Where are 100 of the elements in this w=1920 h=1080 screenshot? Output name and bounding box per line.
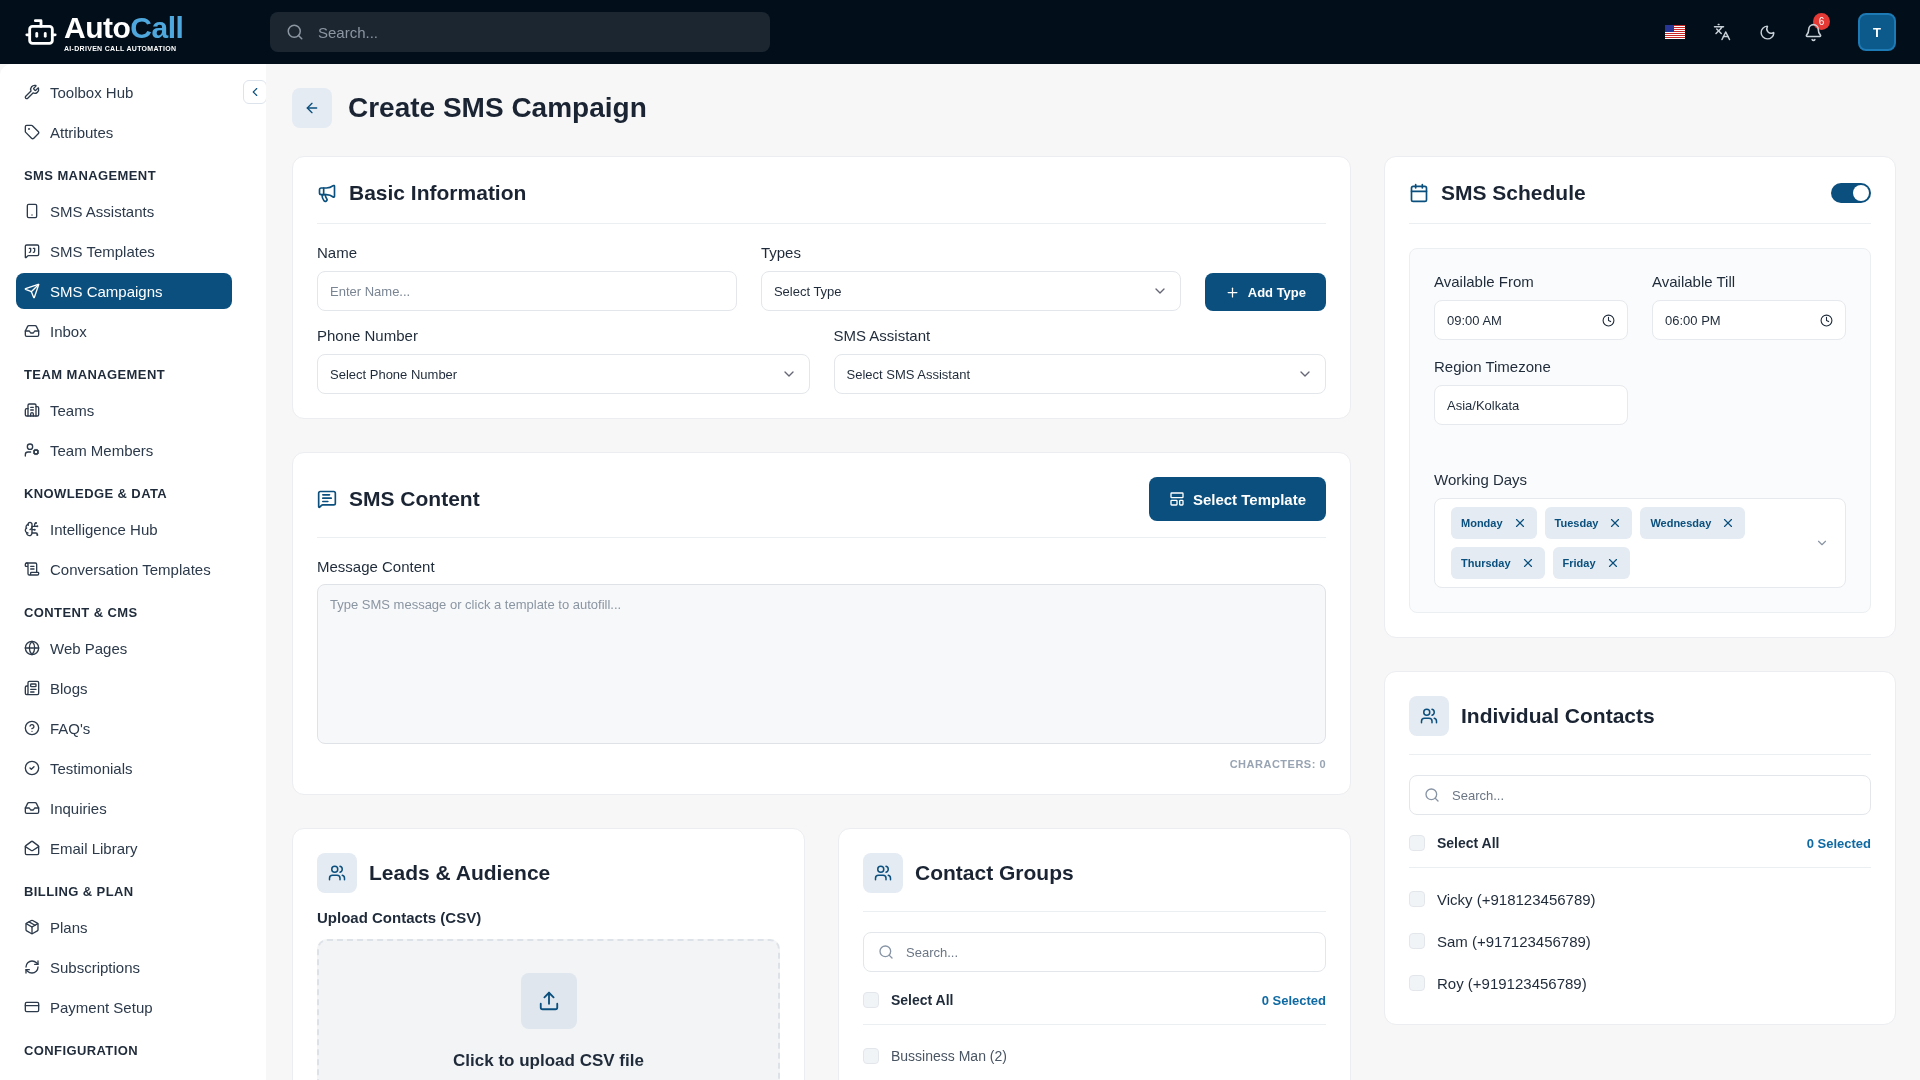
translate-icon[interactable] bbox=[1713, 23, 1731, 41]
card-title: Basic Information bbox=[349, 181, 527, 205]
brain-icon bbox=[24, 521, 40, 537]
selected-count: 0 Selected bbox=[1261, 992, 1326, 1008]
moon-icon[interactable] bbox=[1759, 23, 1776, 41]
contact-checkbox[interactable]: Sam (+917123456789) bbox=[1409, 920, 1871, 962]
sidebar-item[interactable]: Team Members bbox=[16, 432, 232, 468]
field-label: SMS Assistant bbox=[833, 327, 932, 344]
sidebar-item[interactable]: Blogs bbox=[16, 670, 232, 706]
user-avatar[interactable]: T bbox=[1858, 13, 1896, 51]
select-all-checkbox[interactable]: Select All bbox=[1409, 831, 1500, 855]
message-icon bbox=[317, 489, 337, 509]
character-count: CHARACTERS: 0 bbox=[1228, 758, 1326, 770]
time-field[interactable]: 06:00 PM bbox=[1652, 300, 1846, 340]
day-chip: Wednesday bbox=[1640, 507, 1746, 539]
calendar-icon bbox=[1409, 183, 1429, 203]
sidebar-item[interactable]: SMS Assistants bbox=[16, 193, 232, 229]
timezone-field[interactable]: Asia/Kolkata bbox=[1434, 385, 1628, 425]
chat-icon bbox=[24, 243, 40, 259]
plus-icon bbox=[1224, 284, 1240, 300]
users-icon bbox=[1409, 696, 1449, 736]
sidebar-item[interactable]: Web Pages bbox=[16, 630, 232, 666]
sidebar-section-title: BILLING & PLAN bbox=[23, 883, 135, 901]
sidebar-section-title: KNOWLEDGE & DATA bbox=[23, 485, 169, 503]
refresh-icon bbox=[24, 959, 40, 975]
inbox-icon bbox=[24, 323, 40, 339]
back-button[interactable] bbox=[292, 88, 332, 128]
box-icon bbox=[24, 919, 40, 935]
megaphone-icon bbox=[317, 183, 337, 203]
schedule-toggle[interactable] bbox=[1831, 183, 1871, 203]
search-icon bbox=[878, 944, 894, 960]
card-title: Individual Contacts bbox=[1461, 704, 1655, 728]
card-title: SMS Schedule bbox=[1441, 181, 1586, 205]
sidebar-item[interactable]: Conversation Templates bbox=[16, 551, 232, 587]
message-textarea[interactable]: Type SMS message or click a template to autofill... bbox=[317, 584, 1326, 744]
arrow-left-icon bbox=[304, 100, 320, 116]
upload-icon bbox=[520, 973, 577, 1029]
select-dropdown[interactable]: Select SMS Assistant bbox=[833, 354, 1326, 394]
inbox-icon bbox=[24, 800, 40, 816]
field-label: Types bbox=[760, 244, 802, 261]
search-input[interactable]: Search... bbox=[316, 22, 754, 42]
select-template-button[interactable]: Select Template bbox=[1148, 477, 1326, 521]
field-label: Available From bbox=[1434, 273, 1535, 290]
sidebar-section-title: TEAM MANAGEMENT bbox=[23, 366, 167, 384]
sidebar-section-title: SMS MANAGEMENT bbox=[23, 167, 157, 185]
name-input[interactable]: Enter Name... bbox=[317, 271, 737, 311]
field-label: Message Content bbox=[317, 558, 435, 575]
selected-count: 0 Selected bbox=[1806, 835, 1871, 851]
logo-text: AutoCall bbox=[64, 12, 184, 43]
search-icon bbox=[286, 23, 304, 41]
clock-icon bbox=[1820, 313, 1833, 327]
working-days-select[interactable]: Monday Tuesday Wednesday Thursday Friday bbox=[1434, 498, 1846, 588]
sidebar-item[interactable]: Payment Setup bbox=[16, 989, 232, 1025]
sidebar-item[interactable]: Testimonials bbox=[16, 750, 232, 786]
sidebar-item[interactable]: Inbox bbox=[16, 313, 232, 349]
search-field[interactable]: Search... bbox=[270, 12, 770, 52]
scroll-icon bbox=[24, 561, 40, 577]
day-chip: Friday bbox=[1552, 547, 1630, 579]
field-label: Upload Contacts (CSV) bbox=[317, 909, 482, 926]
search-field[interactable]: Search... bbox=[863, 932, 1326, 972]
day-chip: Monday bbox=[1451, 507, 1537, 539]
day-chip: Thursday bbox=[1451, 547, 1545, 579]
notification-badge: 6 bbox=[1813, 12, 1830, 30]
field-label: Region Timezone bbox=[1434, 358, 1552, 375]
sidebar-item[interactable]: Subscriptions bbox=[16, 949, 232, 985]
select-all-checkbox[interactable]: Select All bbox=[863, 988, 954, 1012]
building-icon bbox=[24, 402, 40, 418]
upload-dropzone[interactable]: Click to upload CSV file bbox=[317, 939, 780, 1080]
add-type-button[interactable]: Add Type bbox=[1204, 273, 1326, 311]
mail-icon bbox=[24, 840, 40, 856]
wrench-icon bbox=[24, 84, 40, 100]
search-field[interactable]: Search... bbox=[1409, 775, 1871, 815]
sidebar-item[interactable]: Intelligence Hub bbox=[16, 511, 232, 547]
collapse-button[interactable] bbox=[243, 80, 266, 104]
card-title: Leads & Audience bbox=[369, 861, 551, 885]
search-icon bbox=[1424, 787, 1440, 803]
users-icon bbox=[863, 853, 903, 893]
upload-text: Click to upload CSV file bbox=[453, 1051, 644, 1071]
select-dropdown[interactable]: Select Phone Number bbox=[317, 354, 810, 394]
sidebar-item[interactable]: Email Library bbox=[16, 830, 232, 866]
sidebar-item[interactable]: SMS Campaigns bbox=[16, 273, 232, 309]
card-title: Contact Groups bbox=[915, 861, 1074, 885]
globe-icon bbox=[24, 640, 40, 656]
time-field[interactable]: 09:00 AM bbox=[1434, 300, 1628, 340]
contact-checkbox[interactable]: Vicky (+918123456789) bbox=[1409, 878, 1871, 920]
flag-icon[interactable] bbox=[1665, 25, 1685, 39]
sidebar-item[interactable]: Plans bbox=[16, 909, 232, 945]
clock-icon bbox=[1602, 313, 1615, 327]
users-icon bbox=[317, 853, 357, 893]
template-icon bbox=[1168, 491, 1185, 507]
sidebar-item[interactable]: SMS Templates bbox=[16, 233, 232, 269]
contact-checkbox[interactable]: Bussiness Man (2) bbox=[863, 1035, 1326, 1077]
sidebar-item[interactable]: Toolbox Hub bbox=[16, 74, 232, 110]
contact-checkbox[interactable]: Roy (+919123456789) bbox=[1409, 962, 1871, 1004]
sidebar-item[interactable]: FAQ's bbox=[16, 710, 232, 746]
sidebar-item[interactable]: Attributes bbox=[16, 114, 232, 150]
select-dropdown[interactable]: Select Type bbox=[760, 271, 1181, 311]
field-label: Phone Number bbox=[317, 327, 419, 344]
sidebar-item[interactable]: Teams bbox=[16, 392, 232, 428]
sidebar-item[interactable]: Inquiries bbox=[16, 790, 232, 826]
